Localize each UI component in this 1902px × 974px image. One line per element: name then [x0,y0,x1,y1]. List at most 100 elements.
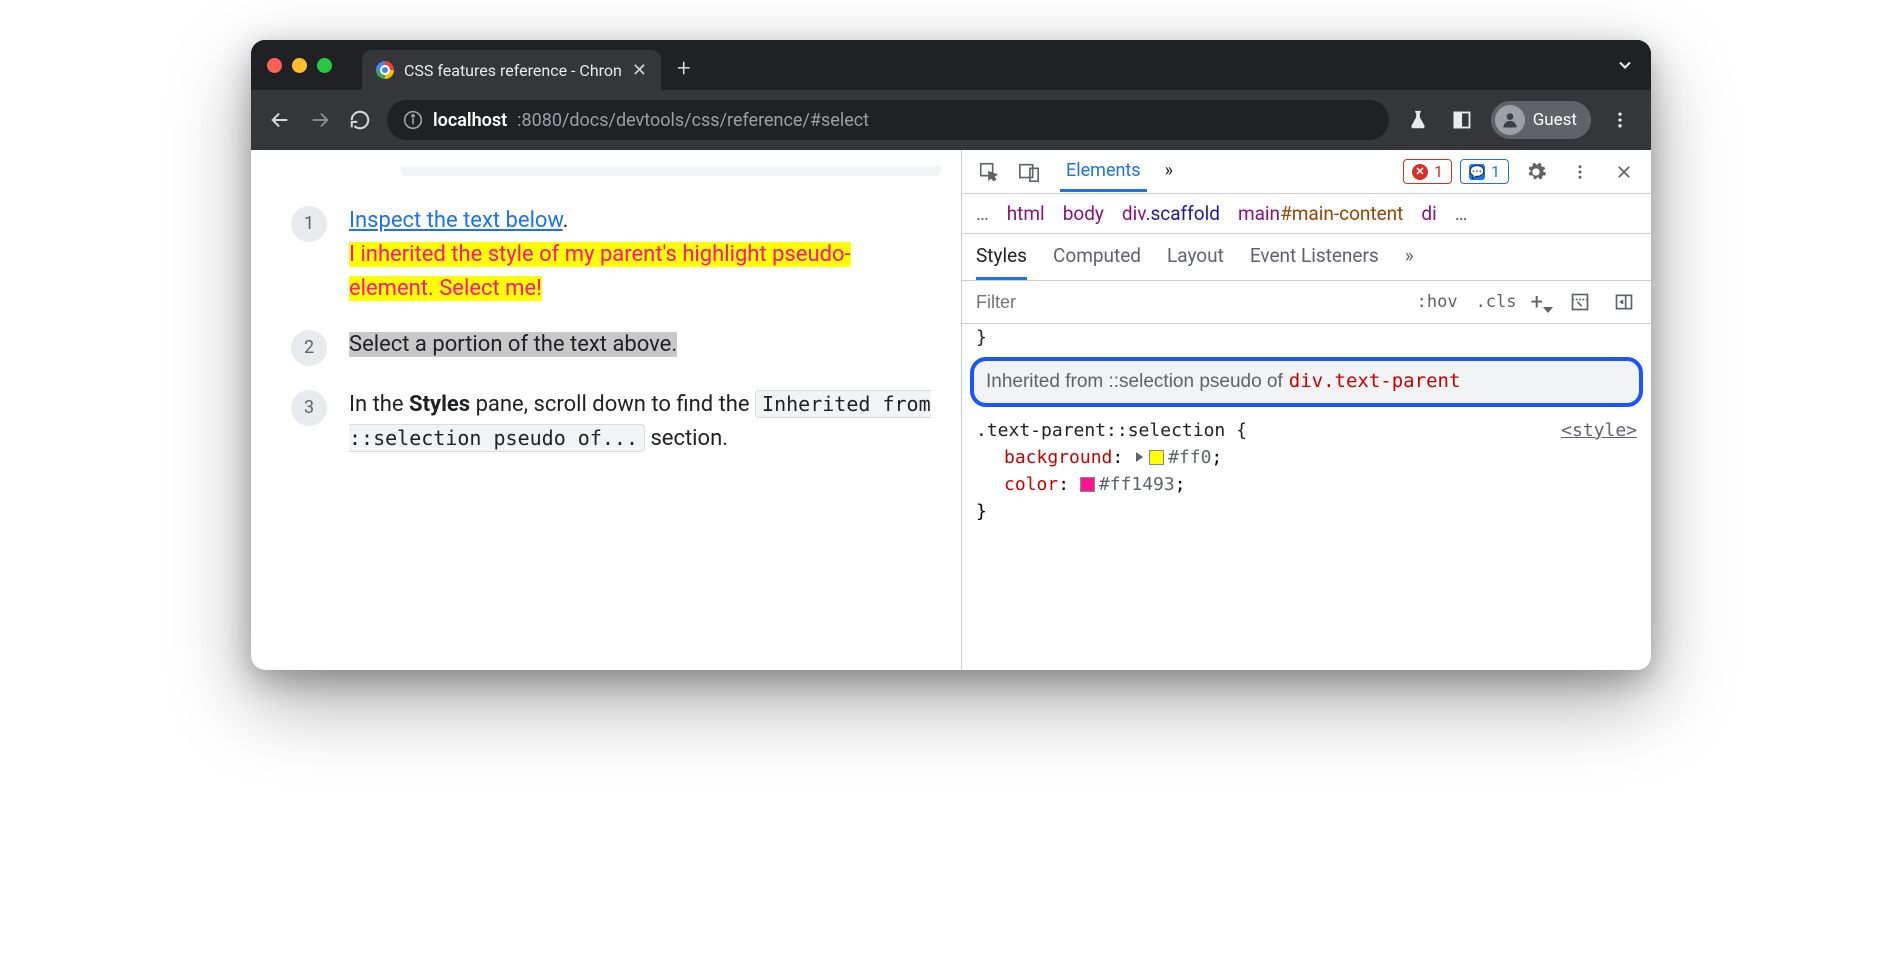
tab-styles[interactable]: Styles [976,234,1027,280]
computed-styles-icon[interactable] [1563,285,1597,319]
page-fragment-box [401,166,941,176]
site-info-icon[interactable] [403,110,423,130]
cls-toggle[interactable]: .cls [1472,290,1521,314]
new-style-rule-button[interactable]: + [1531,290,1553,315]
avatar-icon [1495,105,1525,135]
close-devtools-icon[interactable] [1607,155,1641,189]
devtools-top-bar: Elements » ✕ 1 💬 1 [962,150,1651,194]
crumb-tail[interactable]: di [1421,202,1436,225]
content-area: 1 Inspect the text below. I inherited th… [251,150,1651,670]
css-value: #ff1493 [1099,474,1175,495]
step-number: 2 [291,330,327,366]
reading-list-icon[interactable] [1447,110,1477,130]
inspect-element-icon[interactable] [972,155,1006,189]
close-window-button[interactable] [267,58,282,73]
issues-icon: 💬 [1469,164,1485,180]
closing-brace: } [976,498,1637,525]
back-button[interactable] [267,109,293,131]
rule-header: .text-parent::selection { <style> [976,417,1637,444]
kebab-menu-icon[interactable] [1563,155,1597,189]
errors-count: 1 [1434,162,1443,181]
crumb-main[interactable]: main#main-content [1238,202,1403,225]
step-body: Select a portion of the text above. [349,328,931,366]
tab-title: CSS features reference - Chron [404,61,622,80]
step3-a: In the [349,392,409,417]
forward-button[interactable] [307,109,333,131]
devtools-panel: Elements » ✕ 1 💬 1 [961,150,1651,670]
styles-body: } Inherited from ::selection pseudo of d… [962,324,1651,670]
step-body: Inspect the text below. I inherited the … [349,204,931,306]
toggle-sidebar-icon[interactable] [1607,285,1641,319]
devtools-main-tabs: Elements » [1060,152,1179,192]
step3-c: section. [645,426,728,451]
labs-icon[interactable] [1403,109,1433,131]
css-prop: background [1004,447,1112,468]
address-bar[interactable]: localhost :8080/docs/devtools/css/referen… [387,100,1389,140]
crumb-ellipsis-right[interactable]: … [1455,202,1468,225]
issues-count: 1 [1491,162,1500,181]
errors-badge[interactable]: ✕ 1 [1403,159,1452,184]
tab-computed[interactable]: Computed [1053,234,1141,280]
styles-filter-row: :hov .cls + [962,281,1651,324]
url-path: :8080/docs/devtools/css/reference/#selec… [517,110,869,131]
browser-window: CSS features reference - Chron ✕ + local… [251,40,1651,670]
window-controls [267,58,332,73]
inspect-link[interactable]: Inspect the text below [349,208,563,233]
declaration-color[interactable]: color: #ff1493; [976,471,1637,498]
close-tab-button[interactable]: ✕ [632,60,647,81]
styles-filter-input[interactable] [972,286,1403,319]
declaration-background[interactable]: background: #ff0; [976,444,1637,471]
step3-bold: Styles [409,392,470,417]
step-number: 3 [291,390,327,426]
closing-brace-prev: } [962,324,1651,351]
css-rule: .text-parent::selection { <style> backgr… [962,413,1651,535]
tab-event-listeners[interactable]: Event Listeners [1250,234,1379,280]
tab-search-chevron-icon[interactable] [1615,55,1635,75]
maximize-window-button[interactable] [317,58,332,73]
tab-more[interactable]: » [1159,152,1179,192]
hov-toggle[interactable]: :hov [1413,290,1462,314]
expand-shorthand-icon[interactable] [1136,452,1143,462]
browser-menu-button[interactable] [1605,110,1635,130]
device-toolbar-icon[interactable] [1012,155,1046,189]
step1-suffix: . [563,208,569,233]
url-host: localhost [433,110,507,131]
rule-source-link[interactable]: <style> [1561,417,1637,444]
dom-breadcrumb[interactable]: … html body div.scaffold main#main-conte… [962,194,1651,234]
color-swatch-yellow[interactable] [1149,450,1164,465]
step-2: 2 Select a portion of the text above. [291,328,931,366]
inherit-selector: div.text-parent [1289,367,1461,396]
reload-button[interactable] [347,109,373,131]
tab-styles-more[interactable]: » [1405,234,1414,280]
chrome-favicon-icon [376,61,394,79]
profile-chip[interactable]: Guest [1491,101,1591,139]
crumb-ellipsis[interactable]: … [976,202,989,225]
error-icon: ✕ [1412,164,1428,180]
new-tab-button[interactable]: + [677,54,691,82]
inherited-from-bar[interactable]: Inherited from ::selection pseudo of div… [970,357,1643,407]
rendered-page: 1 Inspect the text below. I inherited th… [251,150,961,670]
steps-list: 1 Inspect the text below. I inherited th… [291,204,931,456]
step-number: 1 [291,206,327,242]
step3-b: pane, scroll down to find the [470,392,755,417]
crumb-html[interactable]: html [1007,202,1045,225]
crumb-body[interactable]: body [1063,202,1104,225]
css-prop: color [1004,474,1058,495]
titlebar: CSS features reference - Chron ✕ + [251,40,1651,90]
step-3: 3 In the Styles pane, scroll down to fin… [291,388,931,456]
step-body: In the Styles pane, scroll down to find … [349,388,931,456]
crumb-div[interactable]: div.scaffold [1122,202,1220,225]
inherit-label: Inherited from ::selection pseudo of [986,368,1283,397]
tab-elements[interactable]: Elements [1060,152,1147,192]
css-value: #ff0 [1168,447,1211,468]
minimize-window-button[interactable] [292,58,307,73]
issues-badge[interactable]: 💬 1 [1460,159,1509,184]
color-swatch-pink[interactable] [1080,477,1095,492]
styles-tabstrip: Styles Computed Layout Event Listeners » [962,234,1651,281]
settings-gear-icon[interactable] [1519,155,1553,189]
browser-toolbar: localhost :8080/docs/devtools/css/referen… [251,90,1651,150]
browser-tab[interactable]: CSS features reference - Chron ✕ [362,50,661,90]
highlighted-text[interactable]: I inherited the style of my parent's hig… [349,242,851,301]
rule-selector[interactable]: .text-parent::selection { [976,417,1247,444]
tab-layout[interactable]: Layout [1167,234,1224,280]
